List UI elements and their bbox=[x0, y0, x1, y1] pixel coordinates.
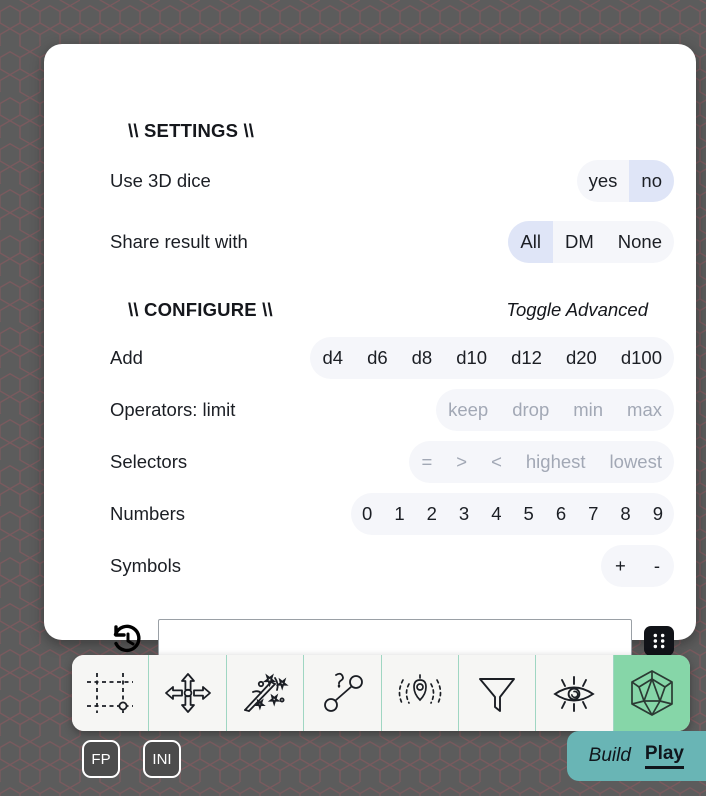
tool-move[interactable] bbox=[149, 655, 227, 731]
die-six-icon[interactable] bbox=[644, 626, 674, 656]
option-share-none[interactable]: None bbox=[606, 221, 674, 263]
tool-effects[interactable] bbox=[226, 655, 305, 731]
option-share-all[interactable]: All bbox=[508, 221, 553, 263]
option-number-1[interactable]: 1 bbox=[383, 493, 415, 535]
mode-build[interactable]: Build bbox=[589, 745, 631, 767]
measure-link-icon bbox=[324, 672, 364, 712]
option-add-d100[interactable]: d100 bbox=[609, 337, 674, 379]
app-root: \\ SETTINGS \\ \\ CONFIGURE \\ Toggle Ad… bbox=[0, 0, 706, 796]
magic-wand-icon bbox=[244, 673, 289, 712]
option-number-4[interactable]: 4 bbox=[480, 493, 512, 535]
ini-button-label: INI bbox=[152, 750, 172, 768]
tool-select-area[interactable] bbox=[72, 655, 150, 731]
option-number-9[interactable]: 9 bbox=[642, 493, 674, 535]
eye-vision-icon bbox=[553, 676, 596, 712]
option-selector-: = bbox=[421, 451, 433, 472]
option-symbol-[interactable]: + bbox=[601, 545, 640, 587]
option-add-d10[interactable]: d10 bbox=[444, 337, 499, 379]
select-area-icon bbox=[87, 673, 134, 713]
option-add-d4[interactable]: d4 bbox=[310, 337, 355, 379]
option-add-d6[interactable]: d6 bbox=[355, 337, 400, 379]
label-share-result-with: Share result with bbox=[110, 231, 248, 252]
option-number-0[interactable]: 0 bbox=[351, 493, 383, 535]
label-numbers: Numbers bbox=[110, 503, 186, 524]
option-operator-min: min bbox=[573, 399, 604, 420]
label-symbols: Symbols bbox=[110, 555, 181, 576]
fp-button[interactable]: FP bbox=[82, 740, 120, 778]
tool-vision[interactable] bbox=[536, 655, 614, 731]
operators-limit-group[interactable]: keep drop min max bbox=[436, 389, 674, 431]
filter-funnel-icon bbox=[479, 678, 516, 712]
fog-reveal-icon bbox=[398, 674, 442, 706]
option-selector-lowest: lowest bbox=[609, 451, 662, 472]
option-operator-drop: drop bbox=[512, 399, 550, 420]
fp-button-label: FP bbox=[91, 750, 111, 768]
mode-switch: Build Play bbox=[566, 731, 706, 781]
option-selector-highest: highest bbox=[525, 451, 586, 472]
option-number-3[interactable]: 3 bbox=[448, 493, 480, 535]
history-clock-icon[interactable] bbox=[110, 623, 146, 659]
dice-roller-panel: \\ SETTINGS \\ \\ CONFIGURE \\ Toggle Ad… bbox=[44, 44, 696, 663]
tool-filter[interactable] bbox=[458, 655, 537, 731]
label-use-3d-dice: Use 3D dice bbox=[110, 170, 211, 191]
option-share-dm[interactable]: DM bbox=[553, 221, 606, 263]
option-add-d8[interactable]: d8 bbox=[400, 337, 445, 379]
mode-play[interactable]: Play bbox=[644, 743, 684, 769]
symbols-group[interactable]: + - bbox=[601, 545, 674, 587]
option-add-d12[interactable]: d12 bbox=[499, 337, 554, 379]
label-add: Add bbox=[110, 347, 143, 368]
option-operator-max: max bbox=[627, 399, 662, 420]
option-number-2[interactable]: 2 bbox=[416, 493, 448, 535]
label-selectors: Selectors bbox=[110, 451, 188, 472]
option-operator-keep: keep bbox=[448, 399, 489, 420]
option-symbol-[interactable]: - bbox=[640, 545, 674, 587]
option-number-6[interactable]: 6 bbox=[545, 493, 577, 535]
option-number-7[interactable]: 7 bbox=[577, 493, 609, 535]
move-arrows-icon bbox=[164, 673, 211, 713]
option-3d-no[interactable]: no bbox=[629, 160, 674, 202]
tool-dice[interactable] bbox=[613, 655, 690, 731]
option-number-8[interactable]: 8 bbox=[609, 493, 641, 535]
d20-dice-icon bbox=[630, 670, 673, 716]
option-selector-: > bbox=[456, 451, 468, 472]
tool-measure[interactable] bbox=[304, 655, 382, 731]
add-dice-group[interactable]: d4 d6 d8 d10 d12 d20 d100 bbox=[310, 337, 674, 379]
option-selector-: < bbox=[491, 451, 502, 472]
numbers-group[interactable]: 0123456789 bbox=[351, 493, 674, 535]
tool-fog[interactable] bbox=[381, 655, 459, 731]
option-number-5[interactable]: 5 bbox=[513, 493, 545, 535]
label-operators-limit: Operators: limit bbox=[110, 399, 236, 420]
bottom-toolbar bbox=[72, 655, 690, 731]
configure-heading: \\ CONFIGURE \\ bbox=[128, 299, 273, 320]
settings-heading: \\ SETTINGS \\ bbox=[128, 120, 255, 141]
option-3d-yes[interactable]: yes bbox=[577, 160, 630, 202]
option-add-d20[interactable]: d20 bbox=[554, 337, 609, 379]
selectors-group[interactable]: = > < highest lowest bbox=[409, 441, 674, 483]
ini-button[interactable]: INI bbox=[143, 740, 181, 778]
toggle-advanced-link[interactable]: Toggle Advanced bbox=[506, 299, 648, 321]
use-3d-dice-toggle[interactable]: yes no bbox=[576, 160, 674, 202]
share-result-toggle[interactable]: All DM None bbox=[508, 221, 674, 263]
